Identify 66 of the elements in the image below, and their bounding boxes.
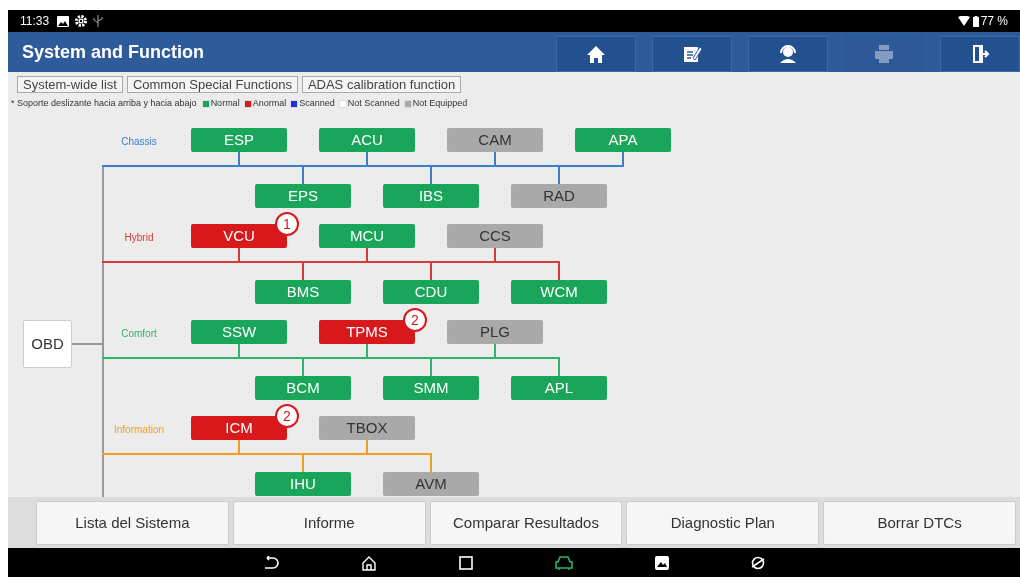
module-node[interactable]: EPS <box>255 184 351 208</box>
module-node[interactable]: WCM <box>511 280 607 304</box>
connector-line <box>71 343 104 345</box>
image-icon <box>57 15 70 27</box>
module-node[interactable]: BMS <box>255 280 351 304</box>
edit-button[interactable] <box>652 36 732 72</box>
fault-count-badge: 2 <box>275 404 299 428</box>
gallery-icon[interactable] <box>655 555 669 570</box>
browser-icon[interactable] <box>751 555 765 570</box>
page-title: System and Function <box>22 40 206 64</box>
legend-label: Anormal <box>252 97 287 111</box>
module-node[interactable]: CAM <box>447 128 543 152</box>
module-node[interactable]: MCU <box>319 224 415 248</box>
battery-percent: 77 % <box>980 13 1008 30</box>
support-button[interactable] <box>748 36 828 72</box>
module-node[interactable]: ACU <box>319 128 415 152</box>
module-node[interactable]: BCM <box>255 376 351 400</box>
module-node[interactable]: RAD <box>511 184 607 208</box>
action-button[interactable]: Comparar Resultados <box>429 501 623 545</box>
function-tab[interactable]: System-wide list <box>17 75 123 93</box>
legend-note: * Soporte deslizante hacia arriba y hacia abajo <box>11 97 197 111</box>
fault-count-badge: 1 <box>275 212 299 236</box>
status-time: 11:33 <box>20 13 50 30</box>
printer-icon <box>874 44 894 64</box>
action-button[interactable]: Borrar DTCs <box>823 501 1016 545</box>
battery-icon <box>972 15 979 27</box>
module-node[interactable]: IHU <box>255 472 351 496</box>
function-tab[interactable]: Common Special Functions <box>126 75 298 93</box>
back-icon[interactable] <box>263 555 279 570</box>
home-icon <box>586 44 606 64</box>
group-label: Information <box>114 423 164 437</box>
module-node[interactable]: APL <box>511 376 607 400</box>
module-node[interactable]: SSW <box>191 320 287 344</box>
action-button[interactable]: Diagnostic Plan <box>626 501 820 545</box>
exit-icon <box>970 44 990 64</box>
action-button[interactable]: Informe <box>232 501 426 545</box>
exit-button[interactable] <box>940 36 1020 72</box>
group-label: Comfort <box>121 327 157 341</box>
car-icon[interactable] <box>555 555 573 570</box>
wifi-icon <box>957 16 970 26</box>
module-node[interactable]: TBOX <box>319 416 415 440</box>
fault-count-badge: 2 <box>403 308 427 332</box>
group-label: Chassis <box>121 135 157 149</box>
legend-label: Scanned <box>299 97 335 111</box>
home-button[interactable] <box>556 36 636 72</box>
usb-icon <box>93 15 104 27</box>
recent-apps-icon[interactable] <box>459 555 473 570</box>
module-node[interactable]: AVM <box>383 472 479 496</box>
module-node[interactable]: IBS <box>383 184 479 208</box>
module-node[interactable]: CDU <box>383 280 479 304</box>
module-node[interactable]: ESP <box>191 128 287 152</box>
home-icon[interactable] <box>361 554 377 571</box>
function-tab[interactable]: ADAS calibration function <box>301 75 462 93</box>
headset-user-icon <box>778 44 798 64</box>
legend-label: Not Scanned <box>347 97 400 111</box>
gear-icon <box>75 15 88 27</box>
module-node[interactable]: APA <box>575 128 671 152</box>
action-button[interactable]: Lista del Sistema <box>36 501 229 545</box>
module-node[interactable]: CCS <box>447 224 543 248</box>
module-node[interactable]: SMM <box>383 376 479 400</box>
legend-label: Normal <box>210 97 240 111</box>
group-label: Hybrid <box>124 231 154 245</box>
obd-node: OBD <box>23 320 72 368</box>
module-node[interactable]: PLG <box>447 320 543 344</box>
edit-icon <box>682 44 702 64</box>
legend-label: Not Equipped <box>412 97 468 111</box>
